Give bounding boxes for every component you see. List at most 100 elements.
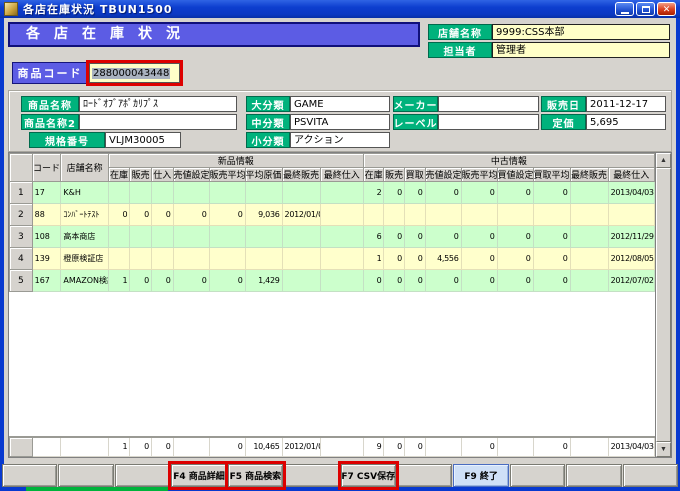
grid-cell: 0 — [425, 270, 461, 292]
function-button-5[interactable]: F5 商品検索 — [228, 464, 283, 487]
grid-cell: 0 — [384, 182, 405, 204]
product-detail-panel: 商品名称 ﾛｰﾄﾞｵﾌﾞｱﾎﾟｶﾘﾌﾟｽ 大分類 GAME メーカー 販売日 2… — [8, 90, 672, 152]
grid-cell: 0 — [404, 270, 425, 292]
grid-cell: 0 — [497, 270, 533, 292]
function-button-9[interactable]: F9 終了 — [453, 464, 508, 487]
function-bar: F4 商品詳細F5 商品検索 F7 CSV保存 F9 終了 — [2, 464, 678, 487]
totals-cell — [173, 437, 209, 457]
function-button-8[interactable] — [397, 464, 452, 487]
grid-cell — [151, 182, 173, 204]
column-header: 買取平均 — [533, 168, 570, 182]
product-name-field[interactable]: ﾛｰﾄﾞｵﾌﾞｱﾎﾟｶﾘﾌﾟｽ — [79, 96, 237, 112]
category2-field[interactable]: PSVITA — [290, 114, 390, 130]
grid-cell — [320, 182, 363, 204]
product-name2-field[interactable] — [79, 114, 237, 130]
column-header: 在庫 — [108, 168, 130, 182]
grid-cell — [108, 226, 130, 248]
totals-cell: 10,465 — [245, 437, 282, 457]
grid-cell — [425, 204, 461, 226]
status-strip — [26, 487, 168, 491]
vertical-scrollbar[interactable]: ▲ ▼ — [655, 153, 671, 457]
spec-number-field[interactable]: VLJM30005 — [105, 132, 181, 148]
grid-empty-area — [10, 292, 655, 437]
release-date-field[interactable]: 2011-12-17 — [586, 96, 666, 112]
row-number: 4 — [10, 248, 33, 270]
grid-cell — [497, 204, 533, 226]
function-button-10[interactable] — [510, 464, 565, 487]
grid-cell: 2 — [363, 182, 384, 204]
store-name-cell: ｺﾝﾊﾞｰﾄﾃｽﾄ — [61, 204, 108, 226]
table-row[interactable]: 288ｺﾝﾊﾞｰﾄﾃｽﾄ000009,0362012/01/05 — [10, 204, 655, 226]
grid-cell: 2012/07/02 — [608, 270, 654, 292]
category3-field[interactable]: アクション — [290, 132, 390, 148]
list-price-field[interactable]: 5,695 — [586, 114, 666, 130]
app-icon — [4, 2, 18, 16]
function-button-3[interactable] — [115, 464, 170, 487]
product-code-input[interactable]: 288000043448 — [89, 63, 180, 83]
function-button-2[interactable] — [58, 464, 113, 487]
minimize-icon — [621, 12, 629, 14]
grid-cell: 1 — [363, 248, 384, 270]
function-button-1[interactable] — [2, 464, 57, 487]
grid-cell: 0 — [173, 204, 209, 226]
grid-cell — [282, 248, 320, 270]
grid-cell — [245, 248, 282, 270]
totals-cell: 0 — [130, 437, 152, 457]
function-button-6[interactable] — [284, 464, 339, 487]
maker-label: メーカー — [393, 96, 438, 112]
grid-cell — [173, 182, 209, 204]
totals-cell — [425, 437, 461, 457]
category1-label: 大分類 — [246, 96, 290, 112]
grid-cell: 0 — [461, 270, 497, 292]
function-button-7[interactable]: F7 CSV保存 — [341, 464, 396, 487]
grid-cell: 2012/08/05 — [608, 248, 654, 270]
scroll-up-button[interactable]: ▲ — [656, 153, 671, 168]
table-row[interactable]: 117K&H20000002013/04/03 — [10, 182, 655, 204]
grid-cell — [245, 182, 282, 204]
store-name-field[interactable]: 9999:CSS本部 — [492, 24, 670, 40]
column-header: 買取 — [404, 168, 425, 182]
totals-cell — [320, 437, 363, 457]
table-row[interactable]: 4139橙原検証店1004,5560002012/08/05 — [10, 248, 655, 270]
maximize-icon — [642, 6, 650, 13]
maker-field[interactable] — [438, 96, 539, 112]
column-header: 売値設定 — [173, 168, 209, 182]
table-row[interactable]: 5167AMAZON検証100001,42900000002012/07/02 — [10, 270, 655, 292]
column-header: 販売 — [384, 168, 405, 182]
grid-cell — [320, 248, 363, 270]
table-row[interactable]: 3108高本商店60000002012/11/29 — [10, 226, 655, 248]
grid-cell — [209, 248, 245, 270]
grid-cell: 0 — [130, 270, 152, 292]
row-number: 5 — [10, 270, 33, 292]
column-header: 最終販売 — [282, 168, 320, 182]
grid-cell: 0 — [363, 270, 384, 292]
maximize-button[interactable] — [636, 2, 655, 16]
category1-field[interactable]: GAME — [290, 96, 390, 112]
grid-cell — [151, 226, 173, 248]
minimize-button[interactable] — [615, 2, 634, 16]
grid-cell: 0 — [404, 226, 425, 248]
grid-cell: 4,556 — [425, 248, 461, 270]
function-button-4[interactable]: F4 商品詳細 — [171, 464, 226, 487]
grid-cell: 0 — [533, 182, 570, 204]
scrollbar-thumb[interactable] — [656, 168, 671, 442]
staff-field[interactable]: 管理者 — [492, 42, 670, 58]
close-button[interactable]: ✕ — [657, 2, 676, 16]
list-price-label: 定価 — [541, 114, 586, 130]
window-title: 各店在庫状況 TBUN1500 — [23, 1, 613, 17]
grid-cell: 0 — [108, 204, 130, 226]
brand-field[interactable] — [438, 114, 539, 130]
function-button-12[interactable] — [623, 464, 678, 487]
column-header-code: コード — [32, 154, 61, 182]
scroll-down-button[interactable]: ▼ — [656, 442, 671, 457]
grid-cell — [209, 182, 245, 204]
grid-cell — [384, 204, 405, 226]
grid-cell: 0 — [497, 226, 533, 248]
store-name-cell: 高本商店 — [61, 226, 108, 248]
brand-label: レーベル — [393, 114, 438, 130]
grid-cell — [173, 226, 209, 248]
grid-cell — [533, 204, 570, 226]
grid-cell — [108, 182, 130, 204]
totals-row: 100010,4652012/01/05900002013/04/03 — [10, 437, 655, 457]
function-button-11[interactable] — [566, 464, 621, 487]
